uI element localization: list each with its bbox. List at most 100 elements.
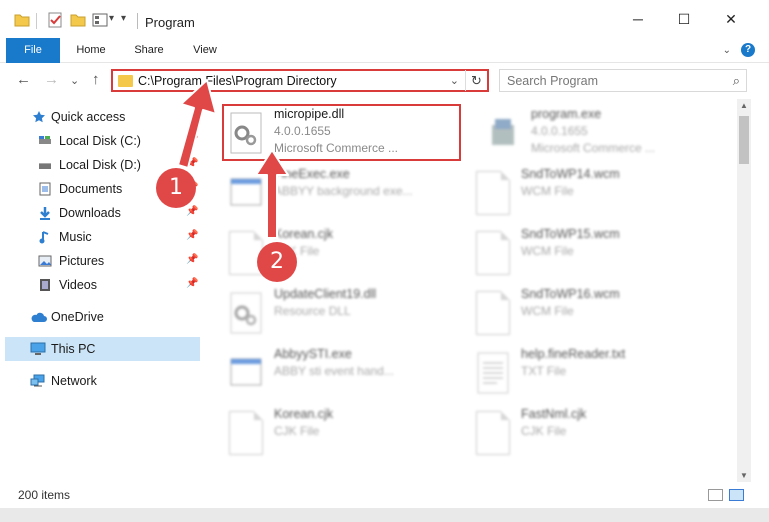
file-item[interactable]: Korean.cjk CJK File bbox=[229, 405, 459, 461]
search-icon[interactable]: ⌕ bbox=[733, 73, 740, 89]
file-item[interactable]: SndToWP16.wcm WCM File bbox=[476, 285, 706, 341]
tab-home[interactable]: Home bbox=[66, 38, 116, 63]
document-icon bbox=[39, 182, 51, 196]
file-name: SndToWP15.wcm bbox=[521, 227, 620, 241]
details-view-icon[interactable] bbox=[708, 489, 723, 501]
file-item[interactable]: help.fineReader.txt TXT File bbox=[476, 345, 706, 401]
back-icon[interactable]: ← bbox=[16, 71, 31, 88]
qa-dropdown-icon[interactable]: ▾ bbox=[109, 13, 114, 24]
file-item[interactable]: program.exe 4.0.0.1655 Microsoft Commerc… bbox=[486, 105, 716, 161]
search-box[interactable]: Search Program ⌕ bbox=[499, 69, 747, 92]
ribbon-collapse-icon[interactable]: ⌄ bbox=[723, 45, 731, 56]
file-item[interactable]: UpdateClient19.dll Resource DLL bbox=[229, 285, 459, 341]
nav-label: Local Disk (D:) bbox=[59, 158, 141, 172]
close-button[interactable]: ✕ bbox=[708, 0, 754, 38]
nav-item-music[interactable]: Music 📌 bbox=[0, 225, 200, 249]
file-version: 4.0.0.1655 bbox=[531, 124, 588, 138]
address-dropdown-icon[interactable]: ⌄ bbox=[450, 74, 459, 87]
callout-step-1: 1 bbox=[156, 168, 196, 208]
address-path[interactable]: C:\Program Files\Program Directory bbox=[138, 74, 337, 88]
forward-icon[interactable]: → bbox=[44, 71, 59, 88]
vertical-scrollbar[interactable]: ▲ ▼ bbox=[737, 99, 751, 482]
search-input[interactable]: Search Program bbox=[507, 74, 598, 88]
file-type: WCM File bbox=[521, 304, 574, 318]
nav-item-pictures[interactable]: Pictures 📌 bbox=[0, 249, 200, 273]
file-name: SndToWP16.wcm bbox=[521, 287, 620, 301]
navigation-pane: Quick access Local Disk (C:) 📌 Local Dis… bbox=[0, 99, 205, 482]
file-name: program.exe bbox=[531, 107, 602, 121]
up-icon[interactable]: ↑ bbox=[92, 71, 100, 88]
title-bar: ▾ ▾ Program ─ ☐ ✕ bbox=[0, 0, 769, 38]
file-name: AbbyySTI.exe bbox=[274, 347, 352, 361]
file-type: ABBY sti event hand... bbox=[274, 364, 394, 378]
nav-item-network[interactable]: Network bbox=[0, 369, 200, 393]
picture-icon bbox=[38, 255, 52, 267]
pin-icon[interactable]: 📌 bbox=[186, 278, 198, 289]
pin-icon[interactable]: 📌 bbox=[186, 206, 198, 217]
pin-icon[interactable]: 📌 bbox=[186, 134, 198, 145]
folder-icon bbox=[118, 75, 133, 87]
nav-label: Local Disk (C:) bbox=[59, 134, 141, 148]
qa-divider bbox=[36, 13, 37, 29]
address-bar[interactable]: C:\Program Files\Program Directory ⌄ ↻ bbox=[111, 69, 489, 92]
status-bar: 200 items bbox=[0, 482, 769, 508]
nav-label: Videos bbox=[59, 278, 97, 292]
large-icons-view-icon[interactable] bbox=[729, 489, 744, 501]
file-item[interactable]: AbbyySTI.exe ABBY sti event hand... bbox=[229, 345, 459, 401]
callout-step-2: 2 bbox=[257, 242, 297, 282]
customize-qa-icon[interactable]: ▾ bbox=[121, 13, 126, 24]
blank-file-icon bbox=[476, 291, 510, 335]
nav-label: Network bbox=[51, 374, 97, 388]
blank-file-icon bbox=[229, 411, 263, 455]
scroll-thumb[interactable] bbox=[739, 116, 749, 164]
file-type: WCM File bbox=[521, 184, 574, 198]
file-item[interactable]: SndToWP15.wcm WCM File bbox=[476, 225, 706, 281]
maximize-button[interactable]: ☐ bbox=[661, 0, 707, 38]
help-icon[interactable]: ? bbox=[741, 43, 755, 57]
file-item[interactable]: FastNml.cjk CJK File bbox=[476, 405, 706, 461]
file-name: FineExec.exe bbox=[274, 167, 350, 181]
file-name: FastNml.cjk bbox=[521, 407, 587, 421]
pin-icon[interactable]: 📌 bbox=[186, 230, 198, 241]
file-item[interactable]: SndToWP14.wcm WCM File bbox=[476, 165, 706, 221]
nav-label: Music bbox=[59, 230, 92, 244]
cloud-icon bbox=[31, 312, 47, 322]
refresh-icon[interactable]: ↻ bbox=[465, 70, 487, 91]
tab-share[interactable]: Share bbox=[124, 38, 174, 63]
layout-icon[interactable] bbox=[92, 12, 108, 28]
file-type: CJK File bbox=[521, 424, 567, 438]
nav-label: Quick access bbox=[51, 110, 126, 124]
file-type: CJK File bbox=[274, 424, 320, 438]
address-row: ← → ⌄ ↑ C:\Program Files\Program Directo… bbox=[0, 63, 769, 99]
file-type: ABBYY background exe... bbox=[274, 184, 413, 198]
new-folder-icon[interactable] bbox=[70, 12, 86, 28]
file-name: help.fineReader.txt bbox=[521, 347, 626, 361]
blank-file-icon bbox=[476, 411, 510, 455]
nav-item-videos[interactable]: Videos 📌 bbox=[0, 273, 200, 297]
scroll-up-icon[interactable]: ▲ bbox=[737, 101, 751, 110]
blank-file-icon bbox=[476, 171, 510, 215]
installer-icon bbox=[492, 119, 514, 145]
star-icon bbox=[33, 111, 45, 123]
nav-item-local-disk-c[interactable]: Local Disk (C:) 📌 bbox=[0, 129, 200, 153]
minimize-button[interactable]: ─ bbox=[615, 0, 661, 38]
gear-file-icon bbox=[230, 292, 262, 334]
file-item[interactable]: FineExec.exe ABBYY background exe... bbox=[229, 165, 459, 221]
window-bottom-edge bbox=[0, 508, 769, 522]
scroll-down-icon[interactable]: ▼ bbox=[737, 471, 751, 480]
recent-locations-icon[interactable]: ⌄ bbox=[70, 74, 79, 87]
nav-item-quick-access[interactable]: Quick access bbox=[0, 105, 200, 129]
tab-view[interactable]: View bbox=[180, 38, 230, 63]
drive-icon bbox=[39, 163, 51, 169]
properties-icon[interactable] bbox=[47, 12, 63, 28]
nav-label: Documents bbox=[59, 182, 123, 196]
music-icon bbox=[39, 231, 49, 244]
pin-icon[interactable]: 📌 bbox=[186, 254, 198, 265]
computer-icon bbox=[30, 342, 46, 355]
nav-item-onedrive[interactable]: OneDrive bbox=[0, 305, 200, 329]
nav-item-this-pc[interactable]: This PC bbox=[5, 337, 200, 361]
nav-label: Pictures bbox=[59, 254, 105, 268]
pin-icon[interactable]: 📌 bbox=[186, 158, 198, 169]
file-type: WCM File bbox=[521, 244, 574, 258]
nav-label: OneDrive bbox=[51, 310, 104, 324]
